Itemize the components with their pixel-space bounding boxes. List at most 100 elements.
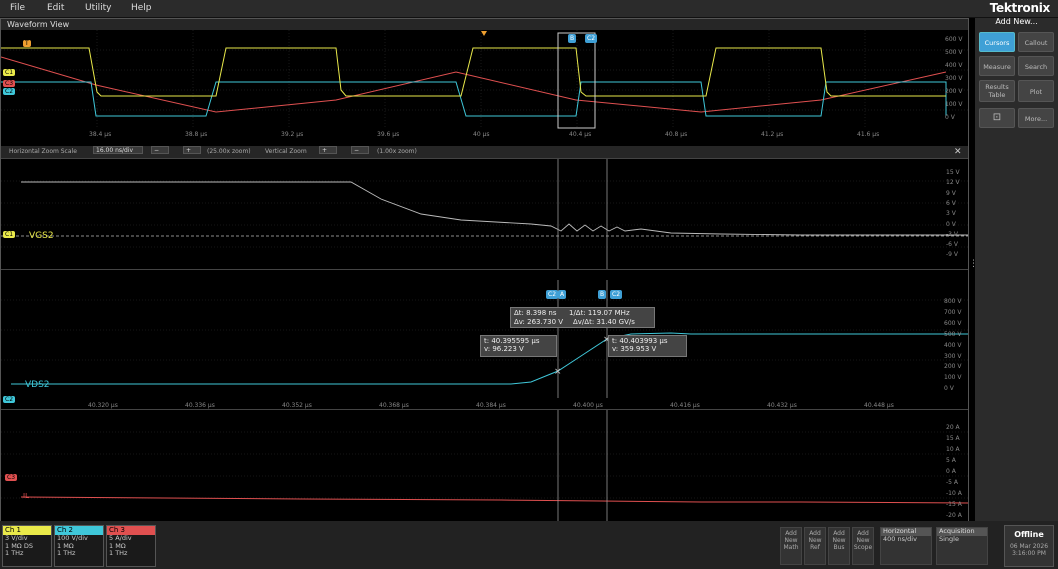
- delta-t: Δt: 8.398 ns: [514, 309, 557, 317]
- status-time: 3:16:00 PM: [1012, 550, 1046, 557]
- vds2-plot: × ×: [1, 280, 968, 398]
- acquisition-badge[interactable]: Acquisition Single: [936, 527, 988, 565]
- status-date: 06 Mar 2026: [1009, 543, 1049, 550]
- overview-ch3-tag: C3: [3, 80, 16, 87]
- overview-voltage-tick: 0 V: [945, 114, 955, 121]
- vgs2-plot: [1, 159, 968, 270]
- vds2-axis-tick: 0 V: [944, 385, 954, 393]
- overview-time-tick: 39.2 µs: [281, 131, 304, 138]
- hz-zoom-plus-button[interactable]: +: [183, 146, 201, 154]
- more-button[interactable]: More...: [1018, 108, 1054, 128]
- overview-waveform[interactable]: T C1 C3 C2 B C2 38.4 µs 38.8 µs 39.2 µs 39.…: [1, 30, 968, 146]
- zoom-time-tick: 40.336 µs: [185, 402, 215, 409]
- vds2-axis-tick: 200 V: [944, 363, 962, 371]
- close-zoom-icon[interactable]: ✕: [954, 146, 962, 158]
- measure-button[interactable]: Measure: [979, 56, 1015, 76]
- zoom-bar: Horizontal Zoom Scale 16.00 ns/div − + (…: [1, 146, 968, 158]
- zoom-time-tick: 40.432 µs: [767, 402, 797, 409]
- menu-file[interactable]: File: [10, 3, 25, 13]
- il-plot: [1, 410, 968, 522]
- results-table-button[interactable]: Results Table: [979, 80, 1015, 102]
- menu-help[interactable]: Help: [131, 3, 152, 13]
- ch1-handle[interactable]: C1: [3, 231, 16, 238]
- vgs2-axis-tick: 15 V: [946, 169, 960, 176]
- zoom-pane-il[interactable]: C3 IL 20 A 15 A 10 A 5 A 0 A -5 A -10 A -15 A -2…: [1, 409, 968, 522]
- overview-voltage-tick: 100 V: [945, 101, 963, 108]
- il-axis-tick: 5 A: [946, 457, 956, 464]
- zoom-time-tick: 40.352 µs: [282, 402, 312, 409]
- add-new-math-button[interactable]: Add New Math: [780, 527, 802, 565]
- vert-zoom-minus-button[interactable]: −: [351, 146, 369, 154]
- hz-zoom-label: Horizontal Zoom Scale: [9, 148, 77, 155]
- add-new-bus-button[interactable]: Add New Bus: [828, 527, 850, 565]
- cursor-a-time: t: 40.395595 µs: [484, 337, 540, 345]
- waveform-view-title: Waveform View: [1, 19, 968, 30]
- vds2-axis-tick: 400 V: [944, 341, 962, 349]
- cursor-b-tag[interactable]: B: [598, 290, 607, 299]
- cursor-b-value: v: 359.953 V: [612, 345, 657, 353]
- horizontal-badge[interactable]: Horizontal 400 ns/div: [880, 527, 932, 565]
- settings-bar: Ch 1 3 V/div 1 MΩ DS 1 THz Ch 2 100 V/di…: [0, 521, 1058, 569]
- ch2-badge[interactable]: Ch 2 100 V/div 1 MΩ 1 THz: [54, 525, 104, 567]
- status-badge: Offline 06 Mar 2026 3:16:00 PM: [1004, 525, 1054, 567]
- overview-time-tick: 38.4 µs: [89, 131, 112, 138]
- plot-button[interactable]: Plot: [1018, 80, 1054, 102]
- overview-time-tick: 40.8 µs: [665, 131, 688, 138]
- vgs2-axis-tick: -6 V: [946, 241, 958, 249]
- il-label: IL: [23, 492, 29, 500]
- overview-time-tick: 41.2 µs: [761, 131, 784, 138]
- overview-ch1-tag: C1: [3, 69, 16, 76]
- overview-time-tick: 40.4 µs: [569, 131, 592, 138]
- cursor-a-readout: t: 40.395595 µs v: 96.223 V: [480, 335, 557, 357]
- ch3-badge[interactable]: Ch 3 5 A/div 1 MΩ 1 THz: [106, 525, 156, 567]
- overview-cursor-c2-tag: C2: [585, 34, 598, 43]
- vds2-label: VDS2: [25, 380, 50, 390]
- hz-zoom-factor: (25.00x zoom): [207, 148, 251, 155]
- vgs2-axis-tick: 3 V: [946, 210, 956, 218]
- cursor-a-tag[interactable]: A: [558, 290, 567, 299]
- vgs2-axis-tick: 0 V: [946, 220, 956, 228]
- add-new-ref-button[interactable]: Add New Ref: [804, 527, 826, 565]
- add-new-label: Add New...: [995, 17, 1038, 26]
- ch1-bandwidth: 1 THz: [5, 549, 24, 557]
- zoom-pane-vgs2[interactable]: C1 VGS2 15 V 12 V 9 V 6 V 3 V 0 V -3 V -6 V -9 V: [1, 158, 968, 270]
- overview-cursor-b-tag: B: [568, 34, 577, 43]
- cursors-button[interactable]: Cursors: [979, 32, 1015, 52]
- vds2-axis-tick: 700 V: [944, 308, 962, 316]
- il-axis-tick: 0 A: [946, 468, 956, 475]
- ch2-bandwidth: 1 THz: [57, 549, 76, 557]
- vgs2-axis-tick: 9 V: [946, 189, 956, 197]
- trigger-tag: T: [23, 40, 31, 47]
- overview-time-tick: 39.6 µs: [377, 131, 400, 138]
- vgs2-axis-tick: 12 V: [946, 179, 960, 187]
- vds2-axis-tick: 300 V: [944, 352, 962, 360]
- zoom-pane-vds2[interactable]: × × C2 A B C2 Δt: 8.398 ns 1/Δt: 119.07 …: [1, 269, 968, 409]
- zoom-time-tick: 40.320 µs: [88, 402, 118, 409]
- snapshot-icon[interactable]: ⊡: [979, 108, 1015, 128]
- zoom-time-tick: 40.400 µs: [573, 402, 603, 409]
- menu-utility[interactable]: Utility: [85, 3, 111, 13]
- acquisition-mode: Single: [939, 534, 959, 543]
- search-button[interactable]: Search: [1018, 56, 1054, 76]
- cursor-b-readout: t: 40.403993 µs v: 359.953 V: [608, 335, 687, 357]
- ch3-handle[interactable]: C3: [5, 474, 18, 481]
- zoom-time-tick: 40.368 µs: [379, 402, 409, 409]
- overview-time-tick: 40 µs: [473, 131, 490, 138]
- brand-logo: Tektronix: [989, 1, 1051, 15]
- ch2-handle[interactable]: C2: [3, 396, 16, 403]
- callout-button[interactable]: Callout: [1018, 32, 1054, 52]
- ch1-badge[interactable]: Ch 1 3 V/div 1 MΩ DS 1 THz: [2, 525, 52, 567]
- zoom-time-tick: 40.416 µs: [670, 402, 700, 409]
- vds2-axis-tick: 500 V: [944, 330, 962, 338]
- add-new-scope-button[interactable]: Add New Scope: [852, 527, 874, 565]
- vgs2-label: VGS2: [29, 231, 54, 241]
- overview-voltage-tick: 600 V: [945, 36, 963, 43]
- cursor-b-time: t: 40.403993 µs: [612, 337, 668, 345]
- zoom-time-tick: 40.384 µs: [476, 402, 506, 409]
- hz-zoom-scale-input[interactable]: 16.00 ns/div: [93, 146, 143, 154]
- hz-zoom-minus-button[interactable]: −: [151, 146, 169, 154]
- overview-voltage-tick: 500 V: [945, 49, 963, 56]
- il-axis-tick: 15 A: [946, 435, 960, 442]
- vert-zoom-plus-button[interactable]: +: [319, 146, 337, 154]
- menu-edit[interactable]: Edit: [47, 3, 64, 13]
